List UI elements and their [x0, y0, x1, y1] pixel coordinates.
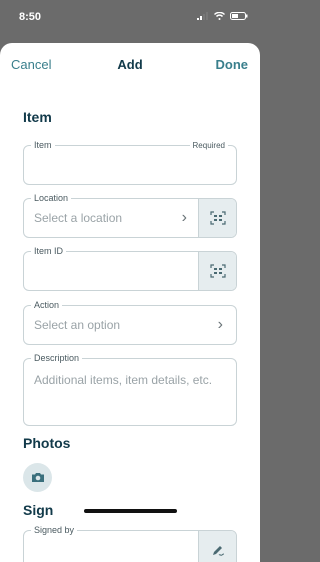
signal-icon — [197, 12, 208, 20]
status-time: 8:50 — [19, 11, 42, 23]
item-id-scan-button[interactable] — [198, 252, 236, 290]
signed-by-field[interactable]: Signed by — [23, 524, 237, 562]
camera-icon — [31, 473, 44, 482]
action-field-label: Action — [31, 299, 63, 311]
signed-by-field-label: Signed by — [31, 524, 78, 536]
nav-bar: Cancel Add Done — [0, 43, 260, 89]
signature-button[interactable] — [198, 531, 236, 562]
signature-icon — [212, 546, 224, 556]
section-title-photos: Photos — [23, 435, 71, 451]
status-bar: 8:50 — [0, 0, 260, 40]
chevron-right-icon: › — [181, 209, 187, 226]
description-field-label: Description — [31, 352, 83, 364]
action-select[interactable]: Action Select an option › — [23, 299, 237, 345]
location-placeholder: Select a location — [34, 211, 123, 225]
section-title-sign: Sign — [23, 502, 54, 518]
description-placeholder: Additional items, item details, etc. — [34, 373, 213, 387]
item-id-field[interactable]: Item ID — [23, 245, 237, 291]
home-indicator — [84, 509, 177, 513]
barcode-scan-icon — [209, 264, 226, 278]
item-field-label: Item — [31, 139, 55, 151]
location-scan-button[interactable] — [198, 199, 236, 237]
item-field[interactable]: Item Required — [23, 139, 237, 185]
action-placeholder: Select an option — [34, 318, 121, 332]
section-title-item: Item — [23, 109, 52, 125]
barcode-scan-icon — [209, 211, 226, 225]
required-label: Required — [189, 140, 228, 151]
chevron-right-icon: › — [217, 316, 223, 333]
description-field[interactable]: Description Additional items, item detai… — [23, 352, 237, 426]
wifi-icon — [214, 12, 225, 20]
location-select[interactable]: Location Select a location › — [23, 192, 237, 238]
location-field-label: Location — [31, 192, 72, 204]
item-id-field-label: Item ID — [31, 245, 67, 257]
status-icons — [197, 12, 248, 20]
done-button[interactable]: Done — [216, 57, 249, 72]
battery-icon — [230, 12, 248, 20]
add-photo-button[interactable] — [23, 463, 52, 492]
